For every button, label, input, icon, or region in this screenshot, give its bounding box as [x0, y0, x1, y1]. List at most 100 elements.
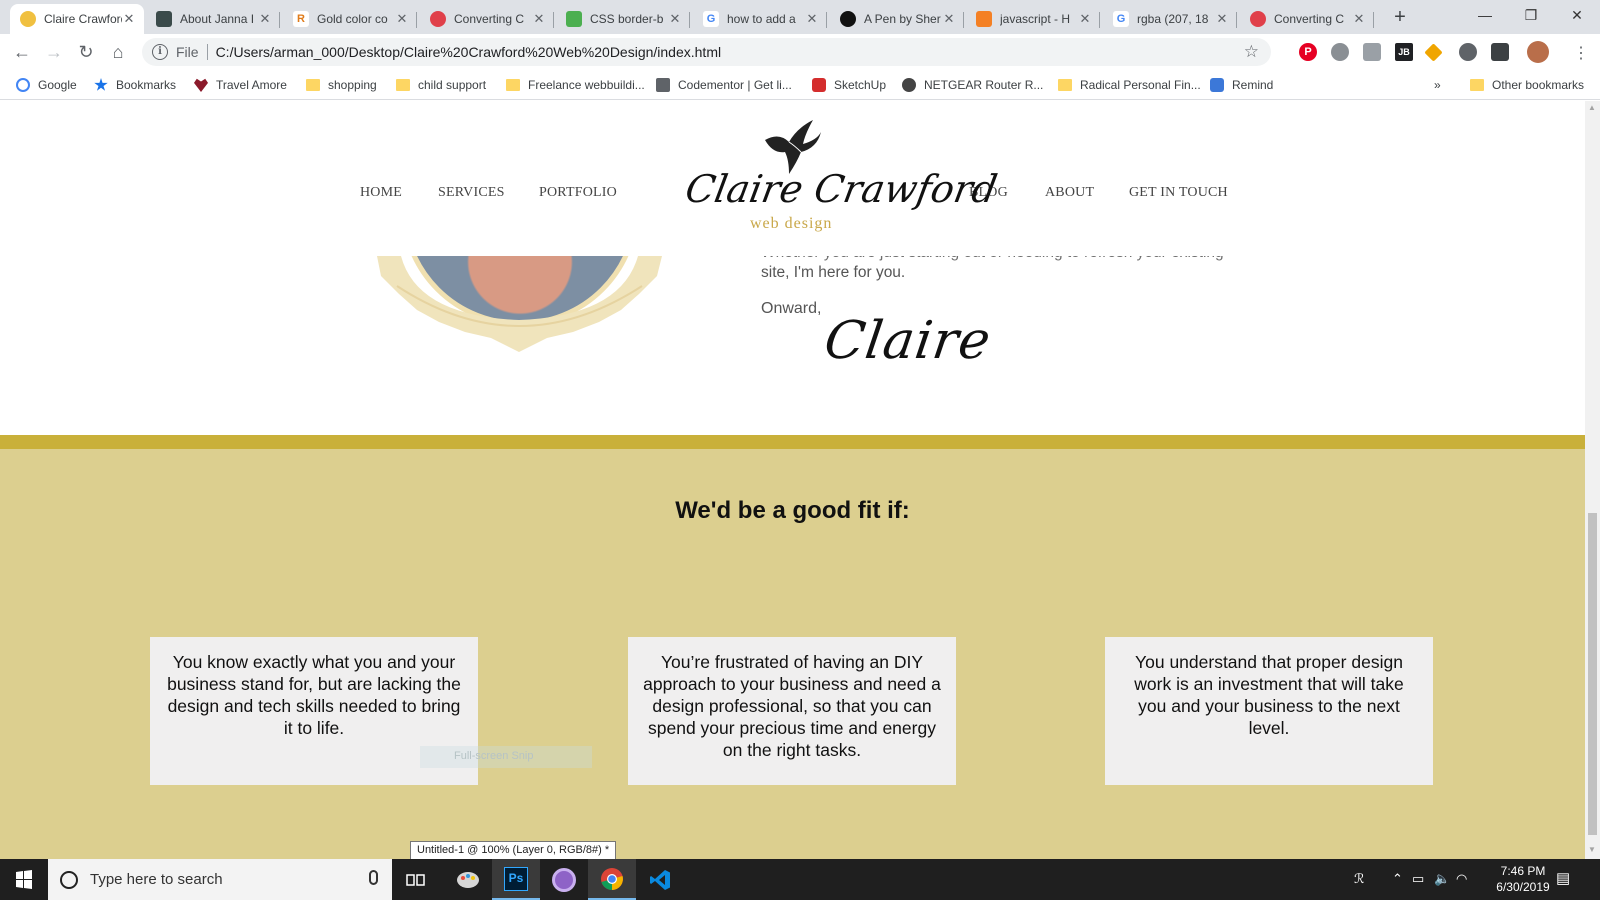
browser-tab[interactable]: CSS border-b ✕: [556, 4, 690, 34]
minimize-button[interactable]: —: [1462, 0, 1508, 32]
browser-tab[interactable]: Grgba (207, 18 ✕: [1103, 4, 1237, 34]
paint-icon[interactable]: [444, 859, 492, 900]
scroll-up-icon[interactable]: ▲: [1588, 103, 1596, 112]
restore-button[interactable]: ❐: [1508, 0, 1554, 32]
vscode-icon[interactable]: [636, 859, 684, 900]
url-text[interactable]: C:/Users/arman_000/Desktop/Claire%20Craw…: [216, 44, 722, 60]
tab-close-icon[interactable]: ✕: [122, 11, 136, 27]
tab-close-icon[interactable]: ✕: [1352, 11, 1366, 27]
browser-tab[interactable]: Converting C ✕: [1240, 4, 1374, 34]
bookmark-star-icon[interactable]: ☆: [1244, 42, 1259, 62]
clock-date: 6/30/2019: [1496, 880, 1550, 894]
menu-kebab-icon[interactable]: ⋮: [1573, 43, 1589, 63]
site-info-icon[interactable]: i: [152, 44, 168, 60]
volume-icon[interactable]: 🔈: [1434, 871, 1450, 887]
wifi-icon[interactable]: ◠: [1456, 871, 1467, 887]
notifications-icon[interactable]: ▤: [1556, 869, 1570, 887]
profile-avatar[interactable]: [1527, 41, 1549, 63]
bookmark-item[interactable]: Bookmarks: [94, 76, 176, 94]
bookmark-item[interactable]: Google: [16, 76, 77, 94]
scrollbar-thumb[interactable]: [1588, 513, 1597, 835]
camera-extension-icon[interactable]: [1363, 43, 1381, 61]
tab-close-icon[interactable]: ✕: [1215, 11, 1229, 27]
tab-title: Claire Crawford: [44, 12, 122, 26]
address-bar[interactable]: i File C:/Users/arman_000/Desktop/Claire…: [142, 38, 1271, 66]
nav-home[interactable]: HOME: [360, 185, 402, 201]
tray-chevron-icon[interactable]: ⌃: [1392, 871, 1403, 887]
tab-separator: [553, 12, 554, 28]
bookmark-label: Radical Personal Fin...: [1080, 78, 1201, 92]
tab-separator: [963, 12, 964, 28]
settings-extension-icon[interactable]: [1459, 43, 1477, 61]
page-scrollbar[interactable]: ▲ ▼: [1585, 101, 1600, 859]
tab-separator: [1099, 12, 1100, 28]
stackoverflow-icon: [976, 11, 992, 27]
microphone-icon[interactable]: [369, 870, 378, 885]
tab-close-icon[interactable]: ✕: [942, 11, 956, 27]
taskbar-search[interactable]: Type here to search: [48, 859, 392, 900]
purple-app-icon[interactable]: [540, 859, 588, 900]
forward-button[interactable]: →: [42, 40, 66, 64]
bookmark-item[interactable]: Freelance webbuildi...: [506, 76, 645, 94]
pinterest-extension-icon[interactable]: P: [1299, 43, 1317, 61]
new-tab-button[interactable]: +: [1386, 6, 1414, 30]
bookmark-item[interactable]: shopping: [306, 76, 377, 94]
home-button[interactable]: ⌂: [106, 40, 130, 64]
browser-tab[interactable]: About Janna I ✕: [146, 4, 280, 34]
tab-title: rgba (207, 18: [1137, 12, 1209, 26]
people-icon[interactable]: ℛ: [1354, 871, 1364, 887]
reload-button[interactable]: ↻: [74, 40, 98, 64]
bookmark-item[interactable]: Remind: [1210, 76, 1273, 94]
window-close-button[interactable]: ✕: [1554, 0, 1600, 32]
nav-about[interactable]: ABOUT: [1045, 185, 1094, 201]
codementor-icon: [1250, 11, 1266, 27]
bookmark-item[interactable]: Travel Amore: [194, 76, 287, 94]
browser-tab[interactable]: A Pen by Sher ✕: [830, 4, 964, 34]
windows-logo-icon: [16, 870, 32, 889]
other-bookmarks[interactable]: Other bookmarks: [1470, 76, 1584, 94]
chrome-icon[interactable]: [588, 859, 636, 900]
bookmark-label: Codementor | Get li...: [678, 78, 792, 92]
tab-close-icon[interactable]: ✕: [805, 11, 819, 27]
bookmark-item[interactable]: child support: [396, 76, 486, 94]
photoshop-icon[interactable]: Ps: [492, 859, 540, 900]
browser-tab[interactable]: Converting C ✕: [420, 4, 554, 34]
tab-close-icon[interactable]: ✕: [395, 11, 409, 27]
windows-taskbar: Type here to search Ps ℛ ⌃ ▭ 🔈 ◠ 7:46 PM…: [0, 859, 1600, 900]
bookmark-label: shopping: [328, 78, 377, 92]
cube-extension-icon[interactable]: [1491, 43, 1509, 61]
clock-time: 7:46 PM: [1500, 864, 1546, 878]
tab-close-icon[interactable]: ✕: [258, 11, 272, 27]
bookmarks-overflow-button[interactable]: »: [1434, 76, 1441, 94]
back-button[interactable]: ←: [10, 40, 34, 64]
task-view-icon[interactable]: [392, 859, 440, 900]
codementor-icon: [430, 11, 446, 27]
scroll-down-icon[interactable]: ▼: [1588, 845, 1596, 854]
tab-title: javascript - H: [1000, 12, 1071, 26]
tab-close-icon[interactable]: ✕: [1078, 11, 1092, 27]
tab-strip: + — ❐ ✕ Claire Crawford ✕ About Janna I ✕ R G…: [0, 0, 1600, 34]
nav-portfolio[interactable]: PORTFOLIO: [539, 185, 617, 201]
bookmark-item[interactable]: SketchUp: [812, 76, 886, 94]
tab-close-icon[interactable]: ✕: [532, 11, 546, 27]
diamond-extension-icon[interactable]: [1424, 43, 1443, 62]
browser-tab[interactable]: Claire Crawford ✕: [10, 4, 144, 34]
start-button[interactable]: [0, 859, 48, 900]
taskbar-clock[interactable]: 7:46 PM 6/30/2019: [1478, 863, 1568, 895]
bookmark-item[interactable]: NETGEAR Router R...: [902, 76, 1043, 94]
browser-tab[interactable]: R Gold color co ✕: [283, 4, 417, 34]
browser-toolbar: ← → ↻ ⌂ i File C:/Users/arman_000/Deskto…: [0, 34, 1600, 70]
fit-card-3: You understand that proper design work i…: [1105, 637, 1433, 785]
extension-gear-icon[interactable]: [1331, 43, 1349, 61]
battery-icon[interactable]: ▭: [1412, 871, 1424, 887]
browser-tab[interactable]: javascript - H ✕: [966, 4, 1100, 34]
nav-get-in-touch[interactable]: GET IN TOUCH: [1129, 185, 1228, 201]
nav-services[interactable]: SERVICES: [438, 185, 505, 201]
bookmark-item[interactable]: Codementor | Get li...: [656, 76, 792, 94]
photoshop-window-tooltip: Untitled-1 @ 100% (Layer 0, RGB/8#) *: [410, 841, 617, 859]
jb-extension-icon[interactable]: JB: [1395, 43, 1413, 61]
logo-wordmark[interactable]: Claire Crawford: [682, 167, 1000, 211]
bookmark-item[interactable]: Radical Personal Fin...: [1058, 76, 1201, 94]
tab-close-icon[interactable]: ✕: [668, 11, 682, 27]
browser-tab[interactable]: Ghow to add a ✕: [693, 4, 827, 34]
